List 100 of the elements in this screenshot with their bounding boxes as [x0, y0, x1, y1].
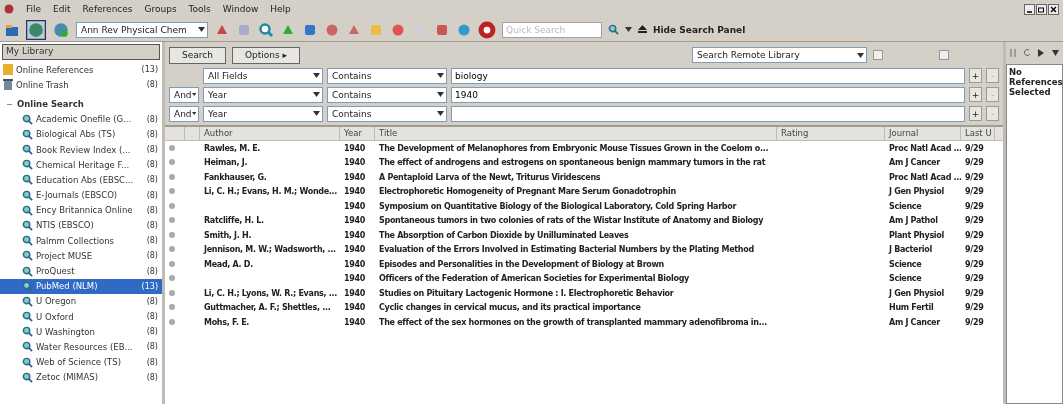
operator-dropdown[interactable]: Contains: [327, 67, 447, 84]
hide-search-panel-button[interactable]: Hide Search Panel: [653, 24, 746, 35]
play-icon[interactable]: [1038, 49, 1045, 57]
search-icon: [22, 128, 33, 140]
menu-item[interactable]: Tools: [188, 4, 211, 14]
status-dot-icon: [169, 275, 175, 282]
library-icon: [3, 64, 13, 76]
menu-item[interactable]: Window: [222, 4, 259, 14]
table-cell-text: 9/29: [964, 187, 985, 197]
sidebar-item[interactable]: PubMed (NLM) (13): [0, 278, 162, 294]
sidebar-item[interactable]: Water Resources (EB... (8): [0, 339, 162, 355]
status-dot-icon: [169, 173, 175, 180]
table-cell-text: 1940: [343, 201, 367, 211]
sidebar-item[interactable]: Chemical Heritage F... (8): [0, 157, 162, 173]
dropdown-arrow-icon[interactable]: [1052, 50, 1060, 56]
table-cell-text: 1940: [343, 245, 367, 255]
sidebar-item[interactable]: Online References (13): [0, 62, 162, 78]
search-term-field[interactable]: 1940: [451, 86, 965, 103]
help-icon[interactable]: [478, 20, 496, 39]
sidebar-item[interactable]: Web of Science (TS) (8): [0, 354, 162, 370]
operator-dropdown[interactable]: Contains: [327, 86, 447, 103]
sidebar-item[interactable]: Online Trash (8): [0, 77, 162, 93]
sidebar-item[interactable]: Academic Onefile (G... (8): [0, 111, 162, 127]
sidebar-group[interactable]: − Online Search: [0, 96, 162, 112]
column-header[interactable]: Rating: [777, 127, 885, 140]
column-header[interactable]: Journal: [885, 127, 961, 140]
sidebar-item[interactable]: Education Abs (EBSC... (8): [0, 172, 162, 188]
field-dropdown[interactable]: Year: [203, 105, 323, 122]
menu-item[interactable]: Help: [270, 4, 291, 14]
connector-dropdown[interactable]: And: [169, 105, 199, 122]
table-cell-text: Ratcliffe, H. L.: [203, 216, 265, 226]
dropdown-arrow-icon[interactable]: [437, 111, 444, 116]
search-term-field[interactable]: biology: [451, 67, 965, 84]
sidebar-item[interactable]: Biological Abs (TS) (8): [0, 126, 162, 142]
dropdown-arrow-icon[interactable]: [857, 52, 864, 58]
checkbox[interactable]: [939, 50, 949, 60]
collapse-icon[interactable]: −: [6, 98, 14, 109]
status-dot-icon: [169, 188, 175, 195]
minimize-icon[interactable]: [1024, 3, 1035, 15]
close-icon[interactable]: [1048, 3, 1059, 15]
sidebar-item[interactable]: NTIS (EBSCO) (8): [0, 217, 162, 234]
dropdown-arrow-icon[interactable]: [313, 73, 320, 78]
menu-item[interactable]: File: [26, 4, 42, 14]
sidebar-item[interactable]: E-Journals (EBSCO) (8): [0, 187, 162, 203]
operator-dropdown[interactable]: Contains: [327, 105, 447, 122]
table-cell-text: J Gen Physiol: [887, 288, 945, 298]
column-header[interactable]: Year: [340, 127, 375, 140]
search-icon: [22, 113, 33, 125]
field-dropdown[interactable]: Year: [203, 86, 323, 103]
column-header[interactable]: Author: [200, 127, 340, 140]
table-cell-text: Mead, A. D.: [203, 259, 254, 269]
search-icon: [22, 159, 33, 171]
menu-item[interactable]: Edit: [53, 4, 71, 14]
search-button[interactable]: Search: [169, 46, 226, 64]
table-cell-text: Heiman, J.: [203, 158, 249, 168]
add-row-button[interactable]: +: [969, 87, 982, 102]
add-row-button[interactable]: +: [969, 106, 982, 121]
field-dropdown[interactable]: All Fields: [203, 67, 323, 84]
search-mode-dropdown[interactable]: Search Remote Library: [692, 47, 867, 63]
sidebar-item[interactable]: Zetoc (MIMAS) (8): [0, 369, 162, 385]
table-cell-text: 9/29: [964, 303, 985, 313]
sidebar-item[interactable]: Ency Britannica Online (8): [0, 202, 162, 218]
options-button[interactable]: Options ▸: [231, 46, 301, 64]
output-style-dropdown[interactable]: Ann Rev Physical Chem: [76, 21, 208, 38]
globe-icon[interactable]: [26, 19, 46, 40]
connector-dropdown[interactable]: And: [169, 86, 199, 103]
menu-item[interactable]: Groups: [144, 4, 177, 14]
table-cell-text: Science: [888, 259, 923, 269]
dropdown-arrow-icon[interactable]: [198, 27, 205, 32]
dropdown-arrow-icon[interactable]: [191, 111, 196, 116]
sidebar-item[interactable]: ProQuest (8): [0, 263, 162, 279]
search-icon: [22, 174, 33, 186]
checkbox[interactable]: [873, 50, 883, 60]
quick-search-field[interactable]: Quick Search: [502, 21, 602, 38]
search-icon: [22, 356, 33, 368]
sidebar-item[interactable]: Project MUSE (8): [0, 248, 162, 264]
column-header[interactable]: Last U: [961, 127, 995, 140]
dropdown-arrow-icon[interactable]: [191, 92, 196, 97]
dropdown-arrow-icon[interactable]: [437, 73, 444, 78]
search-term-field[interactable]: [451, 105, 965, 122]
up-arrow-icon[interactable]: [638, 24, 647, 35]
restore-icon[interactable]: [1036, 3, 1047, 15]
library-tab[interactable]: My Library: [2, 44, 160, 60]
dropdown-arrow-icon[interactable]: [625, 27, 632, 32]
search-icon: [22, 265, 33, 277]
search-icon[interactable]: [258, 21, 274, 38]
table-cell-text: 1940: [343, 143, 367, 153]
sidebar-item[interactable]: Palmm Collections (8): [0, 233, 162, 249]
dropdown-arrow-icon[interactable]: [437, 92, 444, 97]
dropdown-arrow-icon[interactable]: [313, 92, 320, 97]
sidebar-item[interactable]: U Oregon (8): [0, 293, 162, 309]
sidebar-item[interactable]: U Oxford (8): [0, 309, 162, 325]
menu-item[interactable]: References: [82, 4, 133, 14]
refresh-icon[interactable]: [1023, 49, 1031, 57]
sidebar-item[interactable]: Book Review Index (... (8): [0, 141, 162, 158]
add-row-button[interactable]: +: [969, 68, 982, 83]
column-header[interactable]: Title: [375, 127, 777, 140]
table-cell-text: Science: [888, 201, 923, 211]
dropdown-arrow-icon[interactable]: [313, 111, 320, 116]
sidebar-item[interactable]: U Washington (8): [0, 324, 162, 340]
